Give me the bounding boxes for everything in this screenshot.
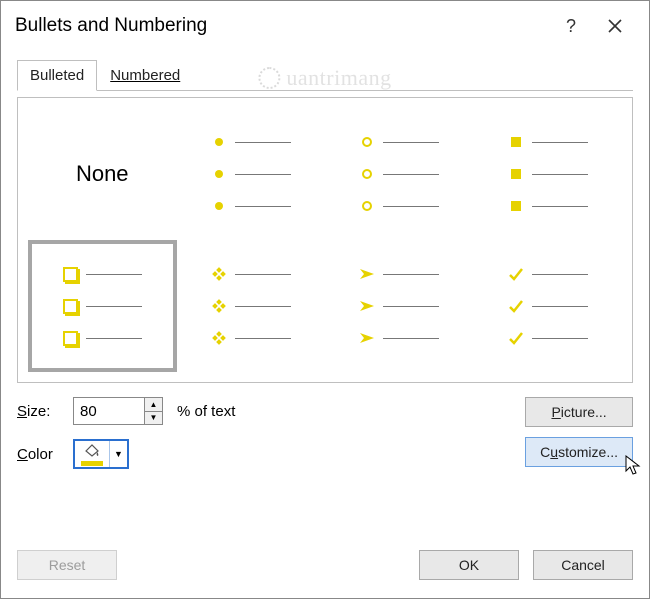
bullet-gallery: None: [17, 97, 633, 383]
gallery-item-square[interactable]: [474, 108, 623, 240]
disc-icon: [211, 134, 227, 150]
dialog-title: Bullets and Numbering: [15, 15, 549, 37]
dialog-footer: Reset OK Cancel: [1, 536, 649, 598]
close-button[interactable]: [593, 12, 637, 40]
size-input[interactable]: [74, 398, 144, 424]
color-picker[interactable]: ▼: [73, 439, 129, 469]
reset-button[interactable]: Reset: [17, 550, 117, 580]
color-bar: [81, 461, 103, 466]
size-label: Size:: [17, 403, 69, 420]
customize-button[interactable]: Customize...: [525, 437, 633, 467]
size-suffix: % of text: [177, 403, 235, 420]
close-icon: [608, 19, 622, 33]
tab-bulleted[interactable]: Bulleted: [17, 60, 97, 91]
color-label: Color: [17, 446, 69, 463]
size-spin-down[interactable]: ▼: [145, 412, 162, 425]
ok-button[interactable]: OK: [419, 550, 519, 580]
bucket-icon: [83, 443, 101, 460]
arrow-icon: [359, 266, 375, 282]
gallery-item-box[interactable]: [28, 240, 177, 372]
gallery-item-none[interactable]: None: [28, 108, 177, 240]
check-icon: [508, 266, 524, 282]
cursor-icon: [625, 455, 643, 477]
tab-numbered[interactable]: Numbered: [97, 60, 193, 91]
gallery-item-circle[interactable]: [325, 108, 474, 240]
square-icon: [508, 134, 524, 150]
titlebar: Bullets and Numbering ?: [1, 1, 649, 45]
gallery-item-disc[interactable]: [177, 108, 326, 240]
color-dropdown-arrow[interactable]: ▼: [109, 441, 127, 467]
bullets-numbering-dialog: Bullets and Numbering ? uantrimang Bulle…: [0, 0, 650, 599]
picture-button[interactable]: Picture...: [525, 397, 633, 427]
box-icon: [62, 266, 78, 282]
gallery-item-arrow[interactable]: [325, 240, 474, 372]
cancel-button[interactable]: Cancel: [533, 550, 633, 580]
color-row: Color ▼: [17, 439, 513, 469]
diamond-icon: [211, 266, 227, 282]
size-row: Size: ▲ ▼ % of text: [17, 397, 513, 425]
gallery-item-check[interactable]: [474, 240, 623, 372]
gallery-item-diamond[interactable]: [177, 240, 326, 372]
size-spin-up[interactable]: ▲: [145, 398, 162, 412]
circle-icon: [359, 134, 375, 150]
size-spinner[interactable]: ▲ ▼: [73, 397, 163, 425]
tab-bar: Bulleted Numbered: [17, 59, 633, 91]
help-button[interactable]: ?: [549, 12, 593, 40]
